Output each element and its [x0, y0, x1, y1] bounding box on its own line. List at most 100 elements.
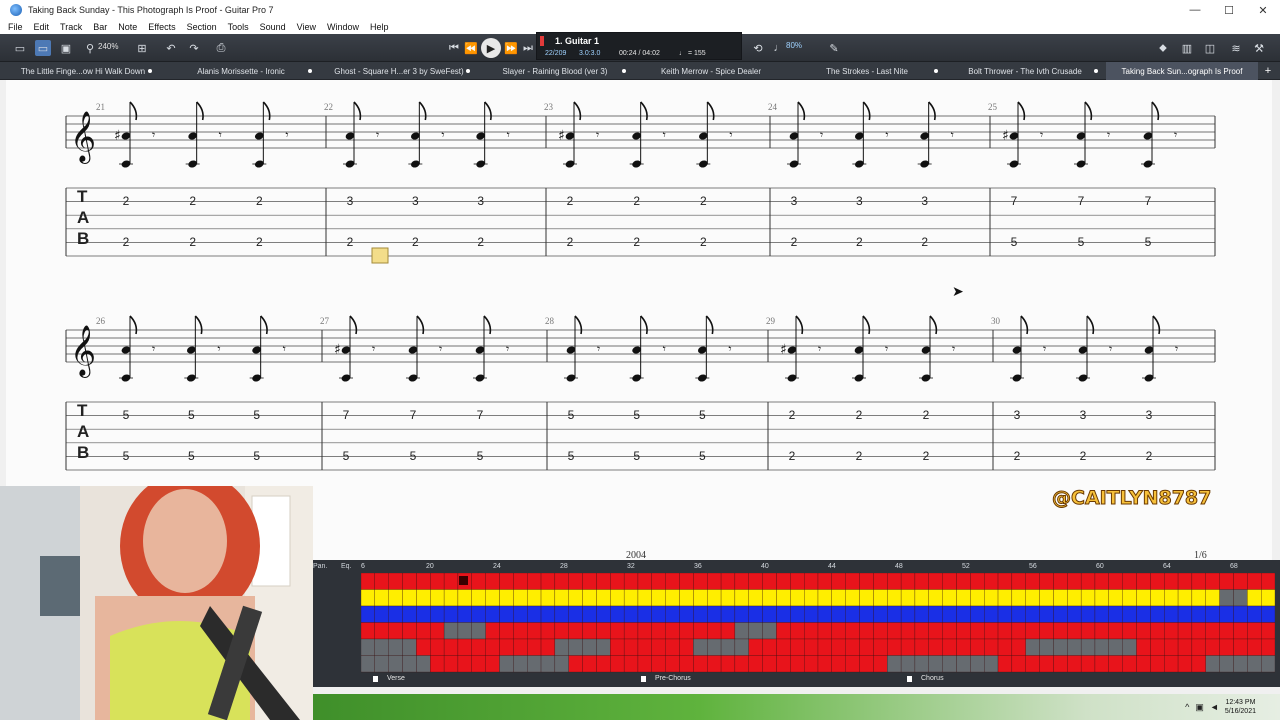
track-bar-cell[interactable]: [374, 655, 389, 673]
track-bar-cell[interactable]: [513, 638, 528, 656]
track-bar-cell[interactable]: [1122, 638, 1137, 656]
minimize-button[interactable]: —: [1178, 0, 1212, 20]
track-bar-cell[interactable]: [1150, 589, 1165, 607]
redo-icon[interactable]: ↷: [186, 40, 202, 56]
track-bar-cell[interactable]: [970, 605, 985, 623]
track-bar-cell[interactable]: [887, 655, 902, 673]
track-bar-cell[interactable]: [1164, 589, 1179, 607]
track-bar-cell[interactable]: [1094, 638, 1109, 656]
track-bar-cell[interactable]: [1039, 622, 1054, 640]
track-bar-cell[interactable]: [984, 605, 999, 623]
menu-section[interactable]: Section: [187, 22, 217, 32]
track-bar-cell[interactable]: [984, 622, 999, 640]
track-bar-cell[interactable]: [900, 638, 916, 656]
track-bar-cell[interactable]: [499, 573, 514, 590]
tab-ghost[interactable]: Ghost - Square H...er 3 by SweFest): [322, 62, 476, 80]
track-bar-cell[interactable]: [1053, 638, 1068, 656]
track-bar-cell[interactable]: [416, 638, 431, 656]
track-bar-cell[interactable]: [1025, 655, 1040, 673]
volume-icon[interactable]: ◄: [1210, 702, 1219, 712]
track-bar-cell[interactable]: [1233, 589, 1248, 607]
track-bar-cell[interactable]: [956, 605, 971, 623]
track-bar-cell[interactable]: [790, 605, 805, 623]
track-bar-cell[interactable]: [748, 573, 763, 590]
track-bar-cell[interactable]: [900, 573, 916, 590]
track-bar-cell[interactable]: [443, 655, 459, 673]
track-bar-cell[interactable]: [928, 589, 943, 607]
track-bar-cell[interactable]: [554, 605, 569, 623]
undo-icon[interactable]: ↶: [163, 40, 179, 56]
track-bar-cell[interactable]: [623, 605, 639, 623]
track-bar-cell[interactable]: [513, 573, 528, 590]
track-bar-cell[interactable]: [374, 589, 389, 607]
track-bar-cell[interactable]: [402, 589, 417, 607]
track-bar-cell[interactable]: [859, 605, 874, 623]
track-bar-cell[interactable]: [610, 622, 625, 640]
track-bar-cell[interactable]: [928, 605, 943, 623]
tab-strokes[interactable]: The Strokes - Last Nite: [790, 62, 944, 80]
tab-close-icon[interactable]: [622, 69, 626, 73]
track-bar-cell[interactable]: [1094, 655, 1109, 673]
track-bar-cell[interactable]: [582, 655, 597, 673]
section-marker-verse[interactable]: Verse: [373, 675, 405, 682]
track-bar-cell[interactable]: [416, 589, 431, 607]
track-bar-cell[interactable]: [540, 622, 556, 640]
edit-pen-icon[interactable]: ✎: [826, 40, 842, 56]
track-bar-cell[interactable]: [651, 605, 666, 623]
track-bar-cell[interactable]: [748, 605, 763, 623]
track-bar-cell[interactable]: [485, 605, 500, 623]
track-bar-cell[interactable]: [776, 655, 791, 673]
panel-left-icon[interactable]: ▭: [12, 40, 28, 56]
track-bar-cell[interactable]: [914, 622, 929, 640]
track-bar-cell[interactable]: [499, 638, 514, 656]
tab-keith-merrow[interactable]: Keith Merrow - Spice Dealer: [634, 62, 788, 80]
track-bar-cell[interactable]: [1219, 638, 1234, 656]
track-bar-cell[interactable]: [1080, 638, 1096, 656]
track-bar-cell[interactable]: [457, 589, 472, 607]
track-bar-cell[interactable]: [610, 638, 625, 656]
track-bar-cell[interactable]: [873, 605, 888, 623]
track-bar-cell[interactable]: [984, 638, 999, 656]
track-bar-cell[interactable]: [707, 589, 722, 607]
track-bar-cell[interactable]: [997, 589, 1013, 607]
track-bar-cell[interactable]: [1219, 622, 1234, 640]
track-bar-cell[interactable]: [1164, 638, 1179, 656]
track-bar-cell[interactable]: [1233, 622, 1248, 640]
first-bar-icon[interactable]: ⏮: [446, 40, 462, 56]
track-bar-cell[interactable]: [623, 638, 639, 656]
track-bar-cell[interactable]: [485, 655, 500, 673]
track-bar-cell[interactable]: [568, 638, 583, 656]
network-icon[interactable]: ▣: [1195, 702, 1204, 713]
track-bar-cell[interactable]: [831, 622, 846, 640]
track-bar-cell[interactable]: [471, 622, 486, 640]
track-bar-cell[interactable]: [1108, 638, 1123, 656]
track-bar-cell[interactable]: [443, 589, 459, 607]
track-bar-cell[interactable]: [942, 638, 957, 656]
track-bar-cell[interactable]: [873, 589, 888, 607]
track-bar-cell[interactable]: [859, 655, 874, 673]
track-bar-cell[interactable]: [1191, 573, 1206, 590]
track-bar-cell[interactable]: [596, 655, 611, 673]
tempo-readout[interactable]: ♩ = 155: [679, 50, 706, 57]
track-bar-cell[interactable]: [1205, 589, 1220, 607]
track-bar-cell[interactable]: [1122, 573, 1137, 590]
track-bar-cell[interactable]: [582, 573, 597, 590]
track-bar-cell[interactable]: [1164, 605, 1179, 623]
track-bar-cell[interactable]: [1025, 605, 1040, 623]
track-bar-cell[interactable]: [790, 622, 805, 640]
track-bar-cell[interactable]: [873, 573, 888, 590]
track-bar-cell[interactable]: [1261, 573, 1275, 590]
track-bar-cell[interactable]: [527, 605, 542, 623]
track-bar-cell[interactable]: [610, 589, 625, 607]
track-bar-cell[interactable]: [887, 605, 902, 623]
menu-file[interactable]: File: [8, 22, 23, 32]
track-bar-cell[interactable]: [457, 605, 472, 623]
track-bar-cell[interactable]: [748, 655, 763, 673]
track-bar-cell[interactable]: [1164, 655, 1179, 673]
track-bar-cell[interactable]: [596, 622, 611, 640]
track-bar-cell[interactable]: [776, 589, 791, 607]
track-bar-cell[interactable]: [1053, 655, 1068, 673]
track-bar-cell[interactable]: [416, 605, 431, 623]
track-bar-cell[interactable]: [720, 589, 736, 607]
track-bar-cell[interactable]: [914, 573, 929, 590]
